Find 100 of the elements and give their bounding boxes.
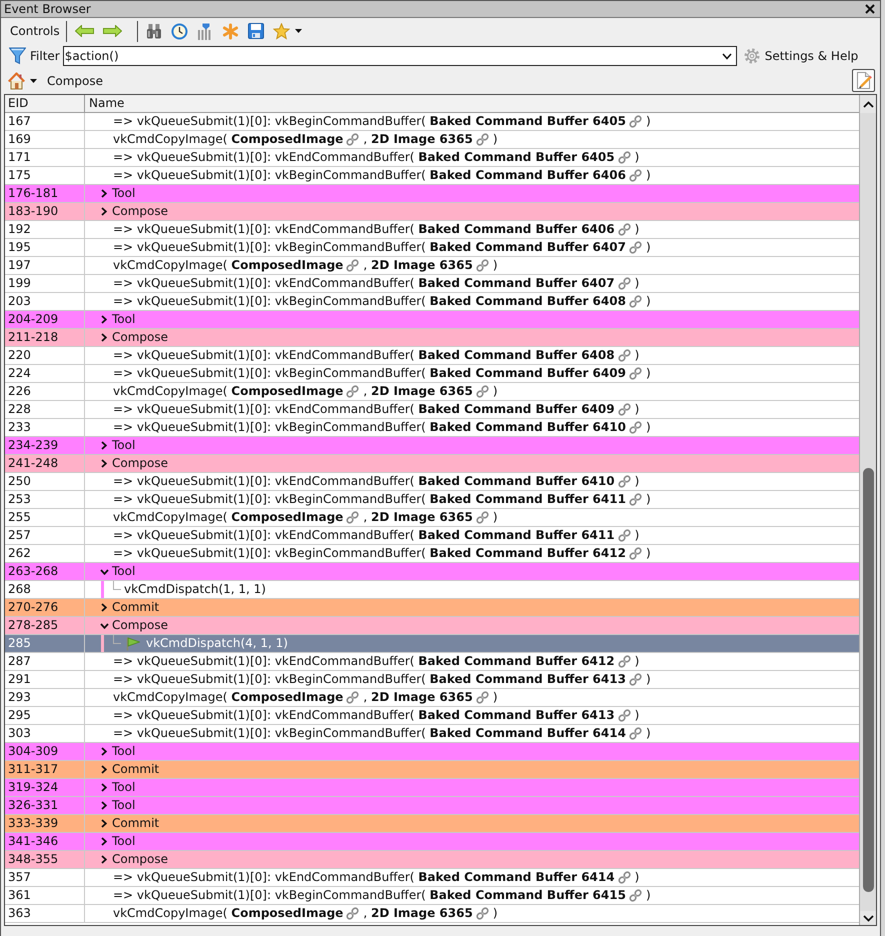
caret-down-icon[interactable] bbox=[30, 78, 37, 82]
column-header[interactable]: EID bbox=[5, 95, 85, 112]
chevron-down-icon[interactable] bbox=[100, 568, 109, 574]
link-icon[interactable] bbox=[618, 277, 631, 290]
link-icon[interactable] bbox=[346, 907, 360, 920]
settings-help-button[interactable]: Settings & Help bbox=[744, 48, 858, 64]
table-row[interactable]: 303 => vkQueueSubmit(1)[0]: vkBeginCommandBuffer( Baked Command Buffer 6414 ) bbox=[5, 725, 859, 743]
table-row[interactable]: 226 vkCmdCopyImage( ComposedImage , 2D Image 6365 ) bbox=[5, 383, 859, 401]
table-row[interactable]: 257 => vkQueueSubmit(1)[0]: vkEndCommandBuffer( Baked Command Buffer 6411 ) bbox=[5, 527, 859, 545]
chevron-right-icon[interactable] bbox=[101, 315, 107, 324]
link-icon[interactable] bbox=[476, 907, 489, 920]
link-icon[interactable] bbox=[476, 133, 489, 146]
link-icon[interactable] bbox=[476, 259, 489, 272]
table-row[interactable]: 285 vkCmdDispatch(4, 1, 1) bbox=[5, 635, 859, 653]
chevron-right-icon[interactable] bbox=[101, 441, 107, 450]
table-row[interactable]: 204-209 Tool bbox=[5, 311, 859, 329]
table-row[interactable]: 234-239 Tool bbox=[5, 437, 859, 455]
breadcrumb-item[interactable]: Compose bbox=[47, 74, 104, 88]
table-row[interactable]: 255 vkCmdCopyImage( ComposedImage , 2D Image 6365 ) bbox=[5, 509, 859, 527]
table-row[interactable]: 278-285 Compose bbox=[5, 617, 859, 635]
table-row[interactable]: 176-181 Tool bbox=[5, 185, 859, 203]
table-row[interactable]: 293 vkCmdCopyImage( ComposedImage , 2D Image 6365 ) bbox=[5, 689, 859, 707]
link-icon[interactable] bbox=[628, 295, 642, 308]
table-row[interactable]: 304-309 Tool bbox=[5, 743, 859, 761]
link-icon[interactable] bbox=[346, 385, 360, 398]
link-icon[interactable] bbox=[628, 367, 642, 380]
table-row[interactable]: 220 => vkQueueSubmit(1)[0]: vkEndCommandBuffer( Baked Command Buffer 6408 ) bbox=[5, 347, 859, 365]
back-arrow-icon[interactable] bbox=[74, 25, 94, 37]
chevron-right-icon[interactable] bbox=[101, 819, 107, 828]
table-row[interactable]: 361 => vkQueueSubmit(1)[0]: vkBeginCommandBuffer( Baked Command Buffer 6415 ) bbox=[5, 887, 859, 905]
table-row[interactable]: 183-190 Compose bbox=[5, 203, 859, 221]
link-icon[interactable] bbox=[618, 529, 631, 542]
dropdown-caret-icon[interactable] bbox=[722, 52, 732, 60]
bar-marker-icon[interactable] bbox=[196, 22, 213, 40]
link-icon[interactable] bbox=[628, 889, 642, 902]
chevron-right-icon[interactable] bbox=[101, 459, 107, 468]
save-icon[interactable] bbox=[248, 23, 264, 39]
chevron-right-icon[interactable] bbox=[101, 837, 107, 846]
chevron-right-icon[interactable] bbox=[101, 333, 107, 342]
close-icon[interactable] bbox=[865, 4, 875, 14]
table-row[interactable]: 197 vkCmdCopyImage( ComposedImage , 2D Image 6365 ) bbox=[5, 257, 859, 275]
column-header[interactable]: Name bbox=[85, 95, 859, 112]
link-icon[interactable] bbox=[346, 259, 360, 272]
chevron-right-icon[interactable] bbox=[101, 801, 107, 810]
link-icon[interactable] bbox=[628, 727, 642, 740]
link-icon[interactable] bbox=[628, 547, 642, 560]
link-icon[interactable] bbox=[628, 493, 642, 506]
link-icon[interactable] bbox=[476, 691, 489, 704]
table-row[interactable]: 203 => vkQueueSubmit(1)[0]: vkBeginCommandBuffer( Baked Command Buffer 6408 ) bbox=[5, 293, 859, 311]
scroll-down-button[interactable] bbox=[860, 911, 876, 925]
table-row[interactable]: 270-276 Commit bbox=[5, 599, 859, 617]
link-icon[interactable] bbox=[476, 385, 489, 398]
table-row[interactable]: 357 => vkQueueSubmit(1)[0]: vkEndCommandBuffer( Baked Command Buffer 6414 ) bbox=[5, 869, 859, 887]
chevron-right-icon[interactable] bbox=[101, 207, 107, 216]
table-row[interactable]: 211-218 Compose bbox=[5, 329, 859, 347]
link-icon[interactable] bbox=[628, 169, 642, 182]
link-icon[interactable] bbox=[628, 421, 642, 434]
table-row[interactable]: 224 => vkQueueSubmit(1)[0]: vkBeginCommandBuffer( Baked Command Buffer 6409 ) bbox=[5, 365, 859, 383]
binoculars-icon[interactable] bbox=[146, 23, 162, 39]
link-icon[interactable] bbox=[628, 241, 642, 254]
scroll-up-button[interactable] bbox=[860, 95, 876, 113]
table-row[interactable]: 291 => vkQueueSubmit(1)[0]: vkBeginCommandBuffer( Baked Command Buffer 6413 ) bbox=[5, 671, 859, 689]
table-row[interactable]: 250 => vkQueueSubmit(1)[0]: vkEndCommandBuffer( Baked Command Buffer 6410 ) bbox=[5, 473, 859, 491]
link-icon[interactable] bbox=[618, 349, 631, 362]
link-icon[interactable] bbox=[628, 673, 642, 686]
chevron-right-icon[interactable] bbox=[101, 765, 107, 774]
table-row[interactable]: 326-331 Tool bbox=[5, 797, 859, 815]
table-row[interactable]: 333-339 Commit bbox=[5, 815, 859, 833]
link-icon[interactable] bbox=[618, 223, 631, 236]
link-icon[interactable] bbox=[618, 403, 631, 416]
chevron-down-icon[interactable] bbox=[100, 622, 109, 628]
table-row[interactable]: 348-355 Compose bbox=[5, 851, 859, 869]
caret-down-icon[interactable] bbox=[294, 29, 302, 33]
table-row[interactable]: 241-248 Compose bbox=[5, 455, 859, 473]
chevron-right-icon[interactable] bbox=[101, 189, 107, 198]
table-row[interactable]: 268 vkCmdDispatch(1, 1, 1) bbox=[5, 581, 859, 599]
star-icon[interactable] bbox=[272, 22, 290, 40]
table-row[interactable]: 262 => vkQueueSubmit(1)[0]: vkBeginCommandBuffer( Baked Command Buffer 6412 ) bbox=[5, 545, 859, 563]
table-row[interactable]: 263-268 Tool bbox=[5, 563, 859, 581]
link-icon[interactable] bbox=[346, 133, 360, 146]
table-row[interactable]: 192 => vkQueueSubmit(1)[0]: vkEndCommandBuffer( Baked Command Buffer 6406 ) bbox=[5, 221, 859, 239]
table-row[interactable]: 287 => vkQueueSubmit(1)[0]: vkEndCommandBuffer( Baked Command Buffer 6412 ) bbox=[5, 653, 859, 671]
home-icon[interactable] bbox=[8, 72, 25, 90]
table-row[interactable]: 295 => vkQueueSubmit(1)[0]: vkEndCommandBuffer( Baked Command Buffer 6413 ) bbox=[5, 707, 859, 725]
chevron-right-icon[interactable] bbox=[101, 855, 107, 864]
table-row[interactable]: 199 => vkQueueSubmit(1)[0]: vkEndCommandBuffer( Baked Command Buffer 6407 ) bbox=[5, 275, 859, 293]
link-icon[interactable] bbox=[476, 511, 489, 524]
scrollbar-thumb[interactable] bbox=[862, 468, 874, 892]
table-row[interactable]: 169 vkCmdCopyImage( ComposedImage , 2D Image 6365 ) bbox=[5, 131, 859, 149]
table-row[interactable]: 228 => vkQueueSubmit(1)[0]: vkEndCommandBuffer( Baked Command Buffer 6409 ) bbox=[5, 401, 859, 419]
table-row[interactable]: 195 => vkQueueSubmit(1)[0]: vkBeginCommandBuffer( Baked Command Buffer 6407 ) bbox=[5, 239, 859, 257]
table-row[interactable]: 171 => vkQueueSubmit(1)[0]: vkEndCommandBuffer( Baked Command Buffer 6405 ) bbox=[5, 149, 859, 167]
table-row[interactable]: 233 => vkQueueSubmit(1)[0]: vkBeginCommandBuffer( Baked Command Buffer 6410 ) bbox=[5, 419, 859, 437]
link-icon[interactable] bbox=[618, 655, 631, 668]
table-row[interactable]: 167 => vkQueueSubmit(1)[0]: vkBeginCommandBuffer( Baked Command Buffer 6405 ) bbox=[5, 113, 859, 131]
table-row[interactable]: 363 vkCmdCopyImage( ComposedImage , 2D Image 6365 ) bbox=[5, 905, 859, 923]
table-row[interactable]: 253 => vkQueueSubmit(1)[0]: vkBeginCommandBuffer( Baked Command Buffer 6411 ) bbox=[5, 491, 859, 509]
link-icon[interactable] bbox=[618, 475, 631, 488]
chevron-right-icon[interactable] bbox=[101, 747, 107, 756]
table-row[interactable]: 175 => vkQueueSubmit(1)[0]: vkBeginCommandBuffer( Baked Command Buffer 6406 ) bbox=[5, 167, 859, 185]
